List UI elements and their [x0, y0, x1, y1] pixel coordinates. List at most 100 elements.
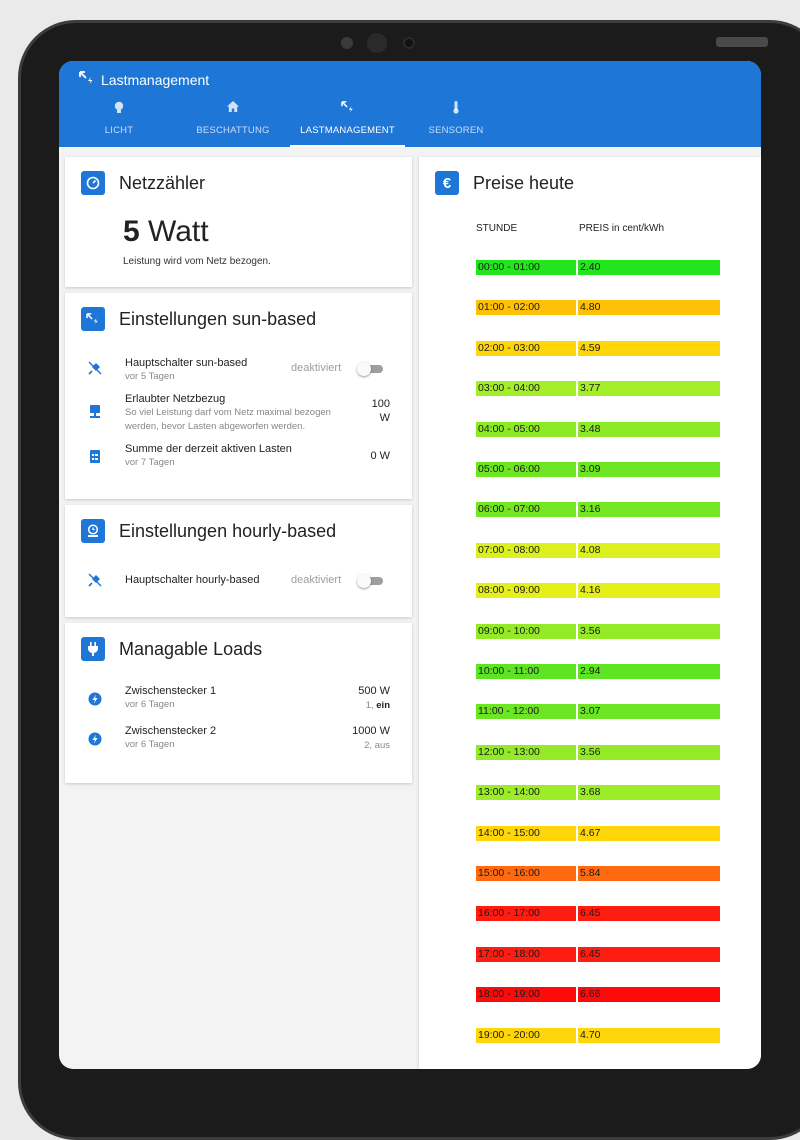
sun-based-switch-label: Hauptschalter sun-based — [125, 357, 248, 369]
price-row-price: 6.66 — [578, 987, 720, 1003]
sun-based-switch-state: deaktiviert — [291, 362, 342, 374]
price-row-hour: 11:00 - 12:00 — [476, 704, 576, 720]
price-row-price: 4.59 — [578, 340, 720, 356]
price-row-hour: 14:00 - 15:00 — [476, 825, 576, 841]
tab-licht-label: LICHT — [104, 125, 134, 136]
price-row-hour: 18:00 - 19:00 — [476, 987, 576, 1003]
price-row-hour: 00:00 - 01:00 — [476, 260, 576, 275]
tab-licht[interactable]: LICHT — [87, 97, 151, 147]
meter-value: 5 — [123, 215, 140, 248]
price-row-price: 3.56 — [578, 623, 720, 639]
load-item-2-label: Zwischenstecker 2 — [125, 725, 217, 737]
flash-circle-icon — [87, 731, 103, 747]
tab-bar: LICHT BESCHATTUNG LASTMANAGEMENT SENSORE… — [59, 97, 761, 147]
prices-header: € Preise heute — [419, 171, 574, 195]
price-row-price: 3.56 — [578, 744, 720, 760]
load-item-2[interactable]: Zwischenstecker 2 vor 6 Tagen 1000 W 2, … — [65, 725, 412, 755]
allowed-grid-draw-desc-2: werden, bevor Lasten abgeworfen werden. — [125, 421, 306, 432]
prices-title: Preise heute — [473, 172, 575, 193]
lightbulb-icon — [87, 101, 151, 117]
active-loads-sum-value: 0 W — [370, 450, 390, 462]
meter-card: Netzzähler 5 Watt Leistung wird vom Netz… — [65, 157, 412, 287]
app-title: Lastmanagement — [79, 71, 209, 88]
price-row-price: 3.09 — [578, 462, 720, 477]
price-row-price: 2.40 — [578, 260, 720, 275]
sun-based-header: Einstellungen sun-based — [65, 307, 316, 331]
load-management-icon — [81, 307, 105, 331]
price-row-hour: 03:00 - 04:00 — [476, 381, 576, 397]
load-management-icon — [290, 101, 405, 117]
tab-sensoren-label: SENSOREN — [428, 125, 484, 136]
price-row-hour: 07:00 - 08:00 — [476, 542, 576, 558]
transmission-tower-icon — [87, 403, 103, 419]
active-loads-sum-row: Summe der derzeit aktiven Lasten vor 7 T… — [65, 443, 412, 473]
sun-based-switch-row: Hauptschalter sun-based vor 5 Tagen deak… — [65, 355, 412, 385]
loads-header: Managable Loads — [65, 637, 262, 661]
tab-beschattung[interactable]: BESCHATTUNG — [187, 97, 279, 147]
price-row-hour: 19:00 - 20:00 — [476, 1027, 576, 1043]
price-row-hour: 05:00 - 06:00 — [476, 462, 576, 477]
home-icon — [187, 101, 279, 117]
price-row-price: 5.84 — [578, 866, 720, 881]
load-item-1[interactable]: Zwischenstecker 1 vor 6 Tagen 500 W 1, e… — [65, 685, 412, 715]
price-row-price: 6.45 — [578, 906, 720, 922]
hourly-based-card: Einstellungen hourly-based Hauptschalter… — [65, 505, 412, 617]
load-item-2-status: aus — [374, 740, 390, 751]
loads-card: Managable Loads Zwischenstecker 1 vor 6 … — [65, 623, 412, 783]
price-row-hour: 08:00 - 09:00 — [476, 583, 576, 599]
sun-based-switch-time: vor 5 Tagen — [125, 371, 175, 382]
price-row-price: 3.77 — [578, 381, 720, 397]
sun-based-toggle[interactable] — [357, 362, 383, 376]
price-row-hour: 06:00 - 07:00 — [476, 502, 576, 518]
active-loads-sum-label: Summe der derzeit aktiven Lasten — [125, 443, 292, 455]
clock-timer-icon — [81, 519, 105, 543]
price-row-hour: 02:00 - 03:00 — [476, 340, 576, 356]
clipboard-list-icon — [87, 448, 103, 464]
power-plug-icon — [81, 637, 105, 661]
thermometer-icon — [421, 101, 491, 117]
active-loads-sum-time: vor 7 Tagen — [125, 457, 175, 468]
euro-icon: € — [435, 171, 459, 195]
price-row-price: 6.45 — [578, 946, 720, 962]
loads-title: Managable Loads — [119, 638, 263, 659]
price-row-price: 3.48 — [578, 421, 720, 437]
allowed-grid-draw-unit: W — [379, 412, 390, 424]
tab-sensoren[interactable]: SENSOREN — [421, 97, 491, 147]
load-item-1-status-line: 1, ein — [366, 700, 390, 711]
price-row-price: 4.67 — [578, 825, 720, 841]
load-item-2-power: 1000 W — [352, 725, 390, 737]
price-row-hour: 01:00 - 02:00 — [476, 300, 576, 316]
price-row-hour: 17:00 - 18:00 — [476, 946, 576, 962]
allowed-grid-draw-row: Erlaubter Netzbezug So viel Leistung dar… — [65, 393, 412, 433]
price-row-hour: 16:00 - 17:00 — [476, 906, 576, 922]
price-row-price: 4.08 — [578, 542, 720, 558]
power-plug-off-icon — [87, 572, 103, 588]
tab-lastmanagement[interactable]: LASTMANAGEMENT — [290, 97, 405, 147]
app-screen: Lastmanagement LICHT BESCHATTUNG LASTMAN… — [59, 61, 761, 1069]
load-item-1-status: ein — [376, 700, 390, 711]
price-row-hour: 15:00 - 16:00 — [476, 866, 576, 881]
price-row-hour: 13:00 - 14:00 — [476, 785, 576, 801]
hourly-based-switch-label: Hauptschalter hourly-based — [125, 574, 260, 586]
prices-column-price: PREIS in cent/kWh — [579, 223, 665, 234]
camera-lens-icon — [403, 37, 415, 49]
prices-card: € Preise heute STUNDE PREIS in cent/kWh … — [419, 157, 761, 1069]
price-row-hour: 04:00 - 05:00 — [476, 421, 576, 437]
price-row-price: 3.07 — [578, 704, 720, 720]
hourly-based-toggle[interactable] — [357, 574, 383, 588]
load-item-1-power: 500 W — [358, 685, 390, 697]
load-item-1-prio: 1, — [365, 700, 377, 711]
price-row-price: 3.16 — [578, 502, 720, 518]
prices-column-hour: STUNDE — [476, 223, 518, 234]
load-item-2-prio: 2, — [364, 740, 375, 751]
camera-icon — [367, 33, 387, 53]
meter-card-header: Netzzähler — [65, 171, 205, 195]
tablet-side-button — [716, 37, 768, 47]
allowed-grid-draw-label: Erlaubter Netzbezug — [125, 393, 226, 405]
price-row-hour: 10:00 - 11:00 — [476, 664, 576, 679]
price-row-price: 4.80 — [578, 300, 720, 316]
price-row-price: 4.70 — [578, 1027, 720, 1043]
allowed-grid-draw-value[interactable]: 100 — [372, 398, 390, 410]
gauge-icon — [81, 171, 105, 195]
load-item-1-time: vor 6 Tagen — [125, 699, 175, 710]
